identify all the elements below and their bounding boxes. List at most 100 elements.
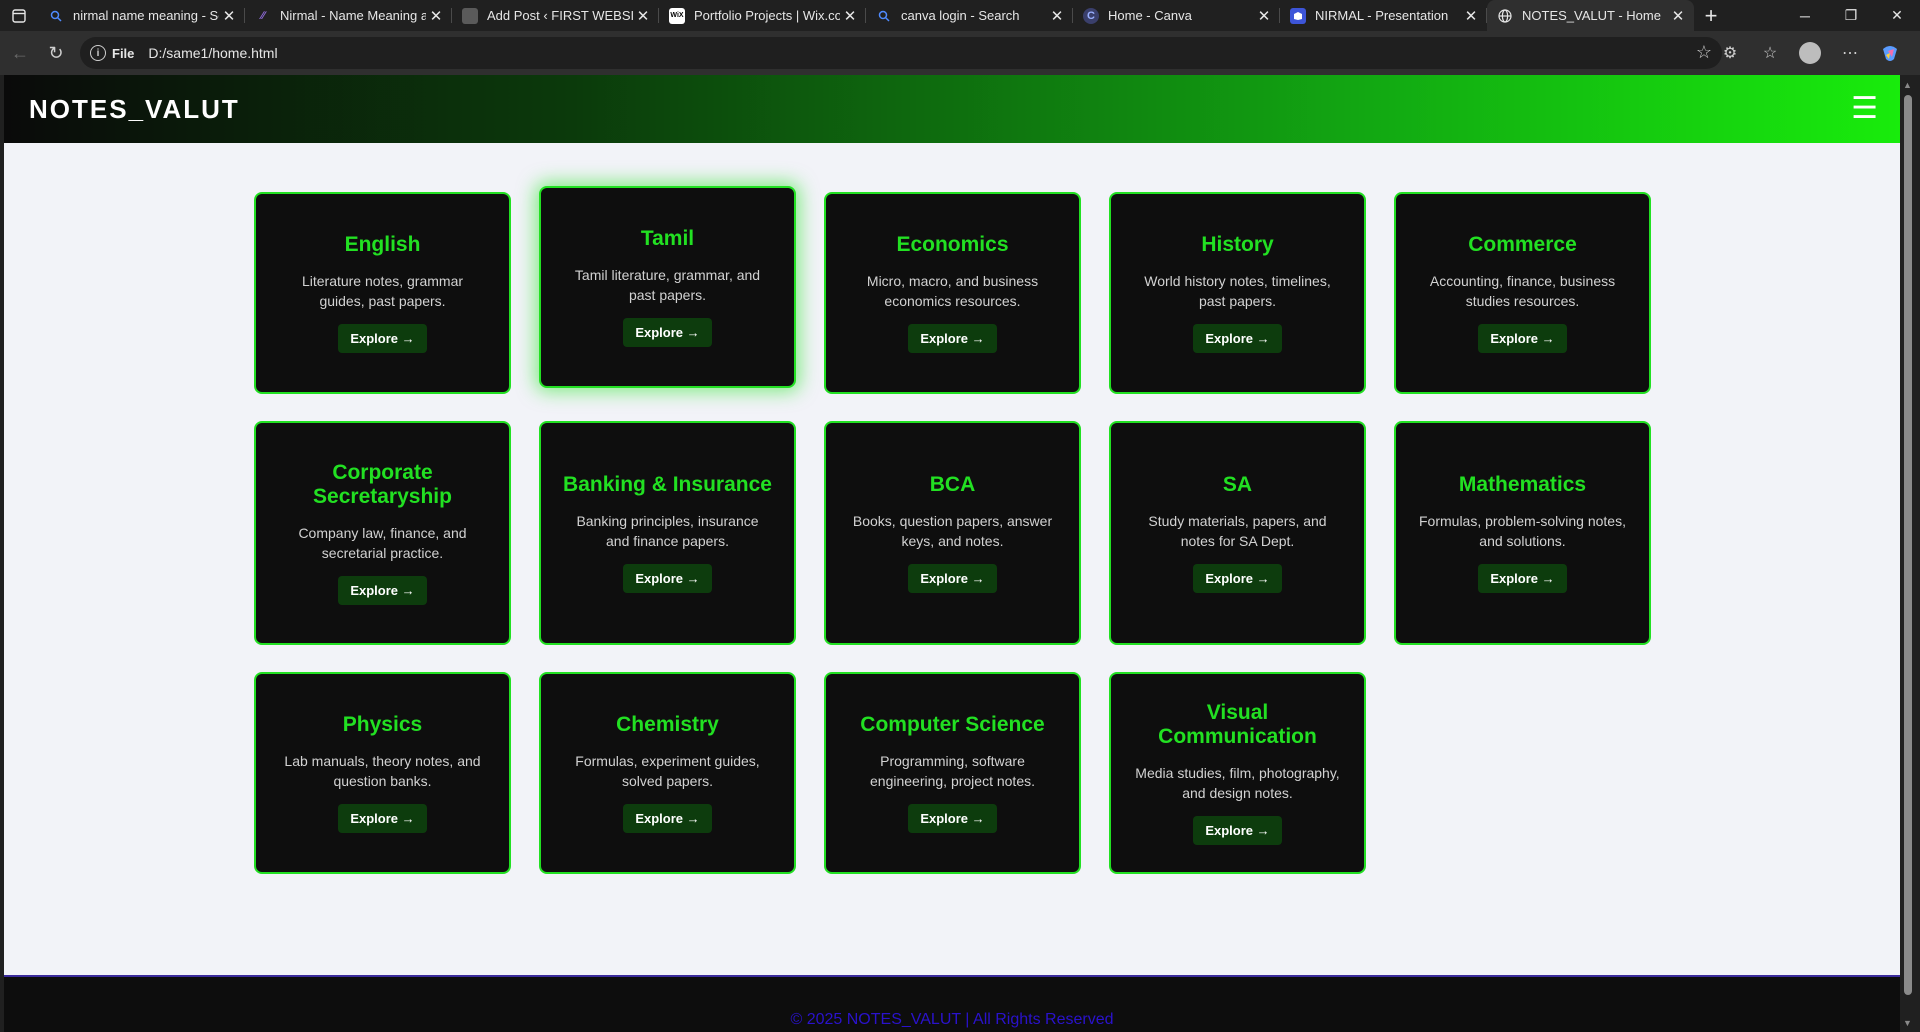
refresh-icon[interactable]: ↻ [38, 35, 74, 71]
close-tab-icon[interactable]: ✕ [1668, 6, 1688, 26]
card-title: Mathematics [1458, 472, 1587, 496]
close-tab-icon[interactable]: ✕ [633, 6, 653, 26]
card-title: BCA [929, 472, 976, 496]
url-scheme-label: File [112, 45, 135, 61]
tab-title: Nirmal - Name Meaning an [280, 8, 426, 23]
site-logo[interactable]: NOTES_VALUT [29, 94, 240, 125]
explore-button[interactable]: Explore → [338, 804, 427, 834]
close-window-icon[interactable]: ✕ [1874, 0, 1920, 31]
browser-tab-7[interactable]: NIRMAL - Presentation ✕ [1280, 0, 1487, 31]
tab-title: Home - Canva [1108, 8, 1192, 23]
canva-icon: C [1083, 7, 1099, 24]
card-description: Formulas, experiment guides, solved pape… [575, 753, 760, 790]
close-tab-icon[interactable]: ✕ [219, 6, 239, 26]
explore-button[interactable]: Explore → [338, 324, 427, 354]
subject-card-physics[interactable]: Physics Lab manuals, theory notes, and q… [254, 672, 511, 874]
card-description: Literature notes, grammar guides, past p… [301, 273, 464, 310]
new-tab-icon[interactable]: + [1694, 0, 1728, 31]
back-arrow-icon[interactable]: ← [2, 35, 38, 71]
card-title: Tamil [640, 226, 695, 250]
card-description: Books, question papers, answer keys, and… [852, 513, 1053, 550]
scroll-up-arrow-icon[interactable]: ▲ [1903, 80, 1912, 90]
close-tab-icon[interactable]: ✕ [1254, 6, 1274, 26]
card-description: Accounting, finance, business studies re… [1429, 273, 1616, 310]
subject-card-sa[interactable]: SA Study materials, papers, and notes fo… [1109, 421, 1366, 645]
subject-card-economics[interactable]: Economics Micro, macro, and business eco… [824, 192, 1081, 394]
card-title: Economics [896, 232, 1009, 256]
subject-card-bca[interactable]: BCA Books, question papers, answer keys,… [824, 421, 1081, 645]
browser-right-tools: ⚙ ☆ ⋯ [1710, 35, 1910, 71]
explore-button[interactable]: Explore → [908, 564, 997, 594]
favorites-icon[interactable]: ☆ [1750, 35, 1790, 71]
card-description: Programming, software engineering, proje… [870, 753, 1035, 790]
close-tab-icon[interactable]: ✕ [1461, 6, 1481, 26]
site-header: NOTES_VALUT ☰ [4, 75, 1900, 143]
address-bar[interactable]: i File D:/same1/home.html ☆ [80, 37, 1722, 69]
tab-actions-icon[interactable] [0, 0, 38, 31]
explore-button[interactable]: Explore → [908, 804, 997, 834]
search-icon [48, 8, 64, 24]
browser-tab-4[interactable]: WiX Portfolio Projects | Wix.com ✕ [659, 0, 866, 31]
subject-card-computer-science[interactable]: Computer Science Programming, software e… [824, 672, 1081, 874]
subject-card-tamil[interactable]: Tamil Tamil literature, grammar, and pas… [539, 186, 796, 388]
subject-card-history[interactable]: History World history notes, timelines, … [1109, 192, 1366, 394]
explore-button[interactable]: Explore → [623, 318, 712, 348]
browser-tab-6[interactable]: C Home - Canva ✕ [1073, 0, 1280, 31]
card-description: Study materials, papers, and notes for S… [1148, 513, 1327, 550]
browser-tab-2[interactable]: ∕∕ Nirmal - Name Meaning an ✕ [245, 0, 452, 31]
close-tab-icon[interactable]: ✕ [840, 6, 860, 26]
footer-copyright: © 2025 NOTES_VALUT | All Rights Reserved [790, 1011, 1114, 1028]
minimize-icon[interactable]: ─ [1782, 0, 1828, 31]
subject-card-chemistry[interactable]: Chemistry Formulas, experiment guides, s… [539, 672, 796, 874]
explore-button[interactable]: Explore → [908, 324, 997, 354]
wix-icon: WiX [669, 7, 685, 24]
restore-icon[interactable]: ❐ [1828, 0, 1874, 31]
explore-button[interactable]: Explore → [623, 804, 712, 834]
subject-card-banking-insurance[interactable]: Banking & Insurance Banking principles, … [539, 421, 796, 645]
profile-avatar-icon[interactable] [1799, 42, 1821, 64]
subject-card-mathematics[interactable]: Mathematics Formulas, problem-solving no… [1394, 421, 1651, 645]
hamburger-icon[interactable]: ☰ [1851, 94, 1878, 124]
card-description: Tamil literature, grammar, and past pape… [574, 267, 761, 304]
card-title: SA [1222, 472, 1253, 496]
page-viewport: NOTES_VALUT ☰ English Literature notes, … [4, 75, 1900, 1032]
info-icon[interactable]: i [90, 45, 106, 61]
site-icon: ∕∕ [261, 9, 265, 22]
card-description: Company law, finance, and secretarial pr… [298, 525, 467, 562]
explore-button[interactable]: Explore → [1193, 564, 1282, 594]
card-title: History [1201, 232, 1274, 256]
subject-card-visual-communication[interactable]: Visual Communication Media studies, film… [1109, 672, 1366, 874]
scrollbar-thumb[interactable] [1904, 95, 1912, 995]
card-description: Lab manuals, theory notes, and question … [284, 753, 481, 790]
site-footer: © 2025 NOTES_VALUT | All Rights Reserved [4, 975, 1900, 1032]
browser-tab-8[interactable]: NOTES_VALUT - Home ✕ [1487, 0, 1694, 31]
copilot-icon[interactable] [1870, 35, 1910, 71]
subject-card-commerce[interactable]: Commerce Accounting, finance, business s… [1394, 192, 1651, 394]
explore-button[interactable]: Explore → [1478, 324, 1567, 354]
browser-tab-5[interactable]: canva login - Search ✕ [866, 0, 1073, 31]
browser-tab-3[interactable]: Add Post ‹ FIRST WEBSITE - ✕ [452, 0, 659, 31]
explore-button[interactable]: Explore → [623, 564, 712, 594]
tab-title: canva login - Search [901, 8, 1020, 23]
close-tab-icon[interactable]: ✕ [1047, 6, 1067, 26]
explore-button[interactable]: Explore → [1193, 816, 1282, 846]
explore-button[interactable]: Explore → [338, 576, 427, 606]
scroll-down-arrow-icon[interactable]: ▼ [1903, 1018, 1912, 1028]
browser-tab-1[interactable]: nirmal name meaning - Sea ✕ [38, 0, 245, 31]
page-scrollbar[interactable]: ▲ ▼ [1900, 75, 1916, 1032]
close-tab-icon[interactable]: ✕ [426, 6, 446, 26]
window-controls: ─ ❐ ✕ [1782, 0, 1920, 31]
card-title: Commerce [1468, 232, 1577, 256]
card-title: Computer Science [860, 712, 1045, 736]
subject-card-corporate-secretaryship[interactable]: Corporate Secretaryship Company law, fin… [254, 421, 511, 645]
more-menu-icon[interactable]: ⋯ [1830, 35, 1870, 71]
tab-title: NOTES_VALUT - Home [1522, 8, 1661, 23]
card-title: Physics [342, 712, 423, 736]
presentation-icon [1290, 7, 1306, 24]
explore-button[interactable]: Explore → [1478, 564, 1567, 594]
card-title: English [344, 232, 421, 256]
explore-button[interactable]: Explore → [1193, 324, 1282, 354]
globe-icon [1497, 8, 1513, 24]
subject-card-english[interactable]: English Literature notes, grammar guides… [254, 192, 511, 394]
extensions-icon[interactable]: ⚙ [1710, 35, 1750, 71]
